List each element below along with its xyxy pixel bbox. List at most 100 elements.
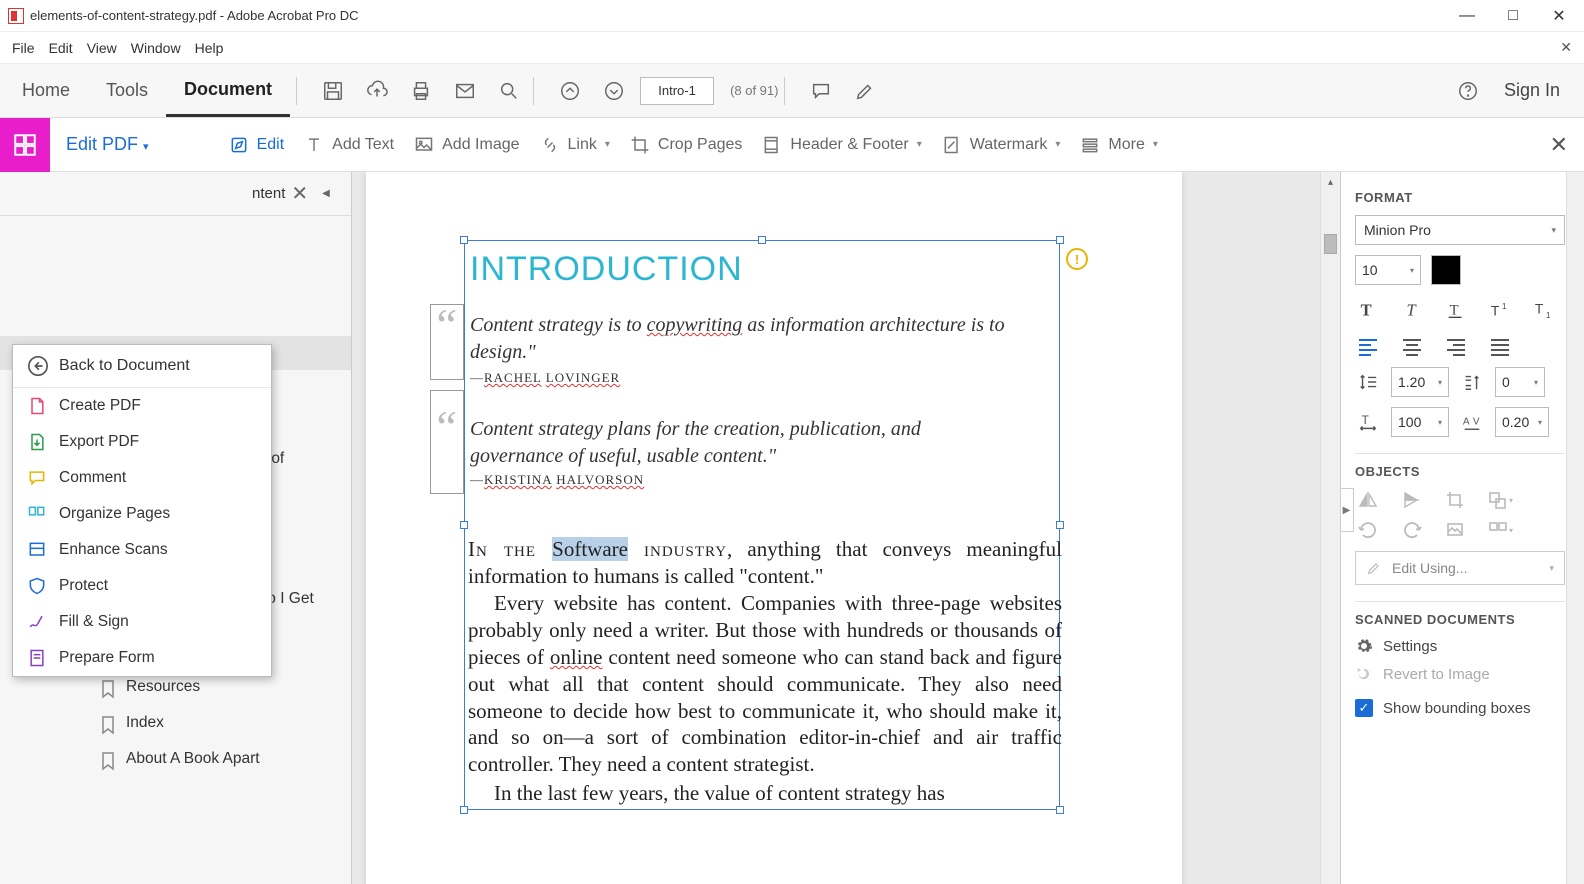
bold-icon[interactable]: T <box>1355 299 1381 321</box>
line-spacing-input[interactable]: 1.20▾ <box>1391 367 1449 397</box>
tab-tools[interactable]: Tools <box>88 66 166 115</box>
tool-create-pdf[interactable]: Create PDF <box>13 388 271 424</box>
subscript-icon[interactable]: T1 <box>1531 299 1557 321</box>
rotate-cw-icon[interactable] <box>1399 519 1425 541</box>
checkbox-icon[interactable]: ✓ <box>1355 699 1373 717</box>
scroll-up-icon[interactable]: ▴ <box>1321 172 1340 192</box>
close-button[interactable]: ✕ <box>1550 7 1568 25</box>
char-spacing-input[interactable]: 0.20▾ <box>1495 407 1549 437</box>
header-footer-tool[interactable]: Header & Footer▾ <box>762 135 921 155</box>
close-bookmarks-icon[interactable]: ✕ <box>291 181 308 206</box>
tab-home[interactable]: Home <box>4 66 88 115</box>
doc-quote[interactable]: Content strategy plans for the creation,… <box>470 416 1010 470</box>
tool-prepare-form[interactable]: Prepare Form <box>13 640 271 676</box>
tool-enhance-scans[interactable]: Enhance Scans <box>13 532 271 568</box>
horiz-scale-input[interactable]: 100▾ <box>1391 407 1449 437</box>
doc-quote[interactable]: Content strategy is to copywriting as in… <box>470 312 1010 366</box>
align-justify-icon[interactable] <box>1487 335 1513 357</box>
font-family-select[interactable]: Minion Pro▾ <box>1355 215 1565 245</box>
close-edit-panel-icon[interactable]: ✕ <box>1550 132 1568 158</box>
fill-sign-icon <box>27 612 47 632</box>
align-objects-icon[interactable]: ▾ <box>1487 519 1513 541</box>
edit-using-select[interactable]: Edit Using... ▾ <box>1355 551 1565 585</box>
tool-protect[interactable]: Protect <box>13 568 271 604</box>
more-tool[interactable]: More▾ <box>1080 135 1157 155</box>
scrollbar[interactable]: ▴ <box>1320 172 1340 884</box>
collapse-icon[interactable]: ◀ <box>322 188 330 199</box>
svg-text:T: T <box>1535 302 1544 317</box>
highlighter-icon[interactable] <box>847 73 883 109</box>
edit-pdf-icon[interactable] <box>0 118 50 172</box>
page-down-icon[interactable] <box>596 73 632 109</box>
scrollbar-thumb[interactable] <box>1324 234 1337 254</box>
search-icon[interactable] <box>491 73 527 109</box>
edit-tool[interactable]: Edit <box>229 135 285 155</box>
tool-organize-pages[interactable]: Organize Pages <box>13 496 271 532</box>
print-icon[interactable] <box>403 73 439 109</box>
objects-heading: OBJECTS <box>1355 464 1570 479</box>
prepare-form-icon <box>27 648 47 668</box>
menu-file[interactable]: File <box>12 40 35 56</box>
doc-attribution[interactable]: —KRISTINA HALVORSON <box>470 472 644 488</box>
italic-icon[interactable]: T <box>1399 299 1425 321</box>
add-image-tool[interactable]: Add Image <box>414 135 519 155</box>
tool-export-pdf[interactable]: Export PDF <box>13 424 271 460</box>
save-icon[interactable] <box>315 73 351 109</box>
minimize-button[interactable]: — <box>1458 7 1476 25</box>
comment-bubble-icon[interactable] <box>803 73 839 109</box>
help-icon[interactable] <box>1450 73 1486 109</box>
doc-body[interactable]: In the last few years, the value of cont… <box>468 780 1062 807</box>
tab-document[interactable]: Document <box>166 65 290 117</box>
doc-body[interactable]: In the Software industry, anything that … <box>468 536 1062 590</box>
menu-help[interactable]: Help <box>195 40 224 56</box>
rotate-ccw-icon[interactable] <box>1355 519 1381 541</box>
back-to-document[interactable]: Back to Document <box>13 345 271 388</box>
document-close-icon[interactable]: ✕ <box>1560 39 1572 56</box>
pdf-page[interactable]: ! INTRODUCTION “ “ Content strategy is t… <box>366 172 1182 884</box>
tool-comment[interactable]: Comment <box>13 460 271 496</box>
divider <box>296 77 297 105</box>
crop-pages-tool[interactable]: Crop Pages <box>630 135 743 155</box>
svg-text:T: T <box>1407 301 1418 320</box>
watermark-tool[interactable]: Watermark▾ <box>942 135 1061 155</box>
tool-fill-sign[interactable]: Fill & Sign <box>13 604 271 640</box>
page-input[interactable]: Intro-1 <box>640 77 714 105</box>
svg-text:T: T <box>1362 413 1369 427</box>
doc-attribution[interactable]: —RACHEL LOVINGER <box>470 370 620 386</box>
window-title: elements-of-content-strategy.pdf - Adobe… <box>30 8 359 23</box>
edit-pdf-label[interactable]: Edit PDF ▾ <box>66 134 149 155</box>
cloud-upload-icon[interactable] <box>359 73 395 109</box>
show-bounding-boxes-row[interactable]: ✓ Show bounding boxes <box>1355 699 1570 717</box>
settings-row[interactable]: Settings <box>1355 637 1570 655</box>
document-viewport[interactable]: ! INTRODUCTION “ “ Content strategy is t… <box>352 172 1340 884</box>
mail-icon[interactable] <box>447 73 483 109</box>
bookmark-item[interactable]: Index <box>0 706 351 742</box>
doc-body[interactable]: Every website has content. Companies wit… <box>468 590 1062 778</box>
sign-in-link[interactable]: Sign In <box>1504 80 1560 101</box>
align-center-icon[interactable] <box>1399 335 1425 357</box>
flip-horizontal-icon[interactable] <box>1355 489 1381 511</box>
flip-vertical-icon[interactable] <box>1399 489 1425 511</box>
para-spacing-input[interactable]: 0▾ <box>1495 367 1545 397</box>
menu-window[interactable]: Window <box>131 40 181 56</box>
menu-edit[interactable]: Edit <box>49 40 73 56</box>
replace-image-icon[interactable] <box>1443 519 1469 541</box>
right-panel-scrollbar[interactable] <box>1566 172 1584 884</box>
underline-icon[interactable]: T <box>1443 299 1469 321</box>
crop-object-icon[interactable] <box>1443 489 1469 511</box>
menu-view[interactable]: View <box>87 40 117 56</box>
doc-heading[interactable]: INTRODUCTION <box>470 250 743 289</box>
warning-badge-icon[interactable]: ! <box>1066 248 1088 270</box>
maximize-button[interactable]: □ <box>1504 7 1522 25</box>
align-right-icon[interactable] <box>1443 335 1469 357</box>
page-up-icon[interactable] <box>552 73 588 109</box>
link-tool[interactable]: Link▾ <box>540 135 610 155</box>
font-size-input[interactable]: 10▾ <box>1355 255 1421 285</box>
add-text-tool[interactable]: Add Text <box>304 135 394 155</box>
arrange-icon[interactable]: ▾ <box>1487 489 1513 511</box>
bookmark-item[interactable]: About A Book Apart <box>0 742 351 778</box>
collapse-right-panel[interactable]: ▶ <box>1340 488 1354 532</box>
superscript-icon[interactable]: T1 <box>1487 299 1513 321</box>
text-color-picker[interactable] <box>1431 255 1461 285</box>
align-left-icon[interactable] <box>1355 335 1381 357</box>
